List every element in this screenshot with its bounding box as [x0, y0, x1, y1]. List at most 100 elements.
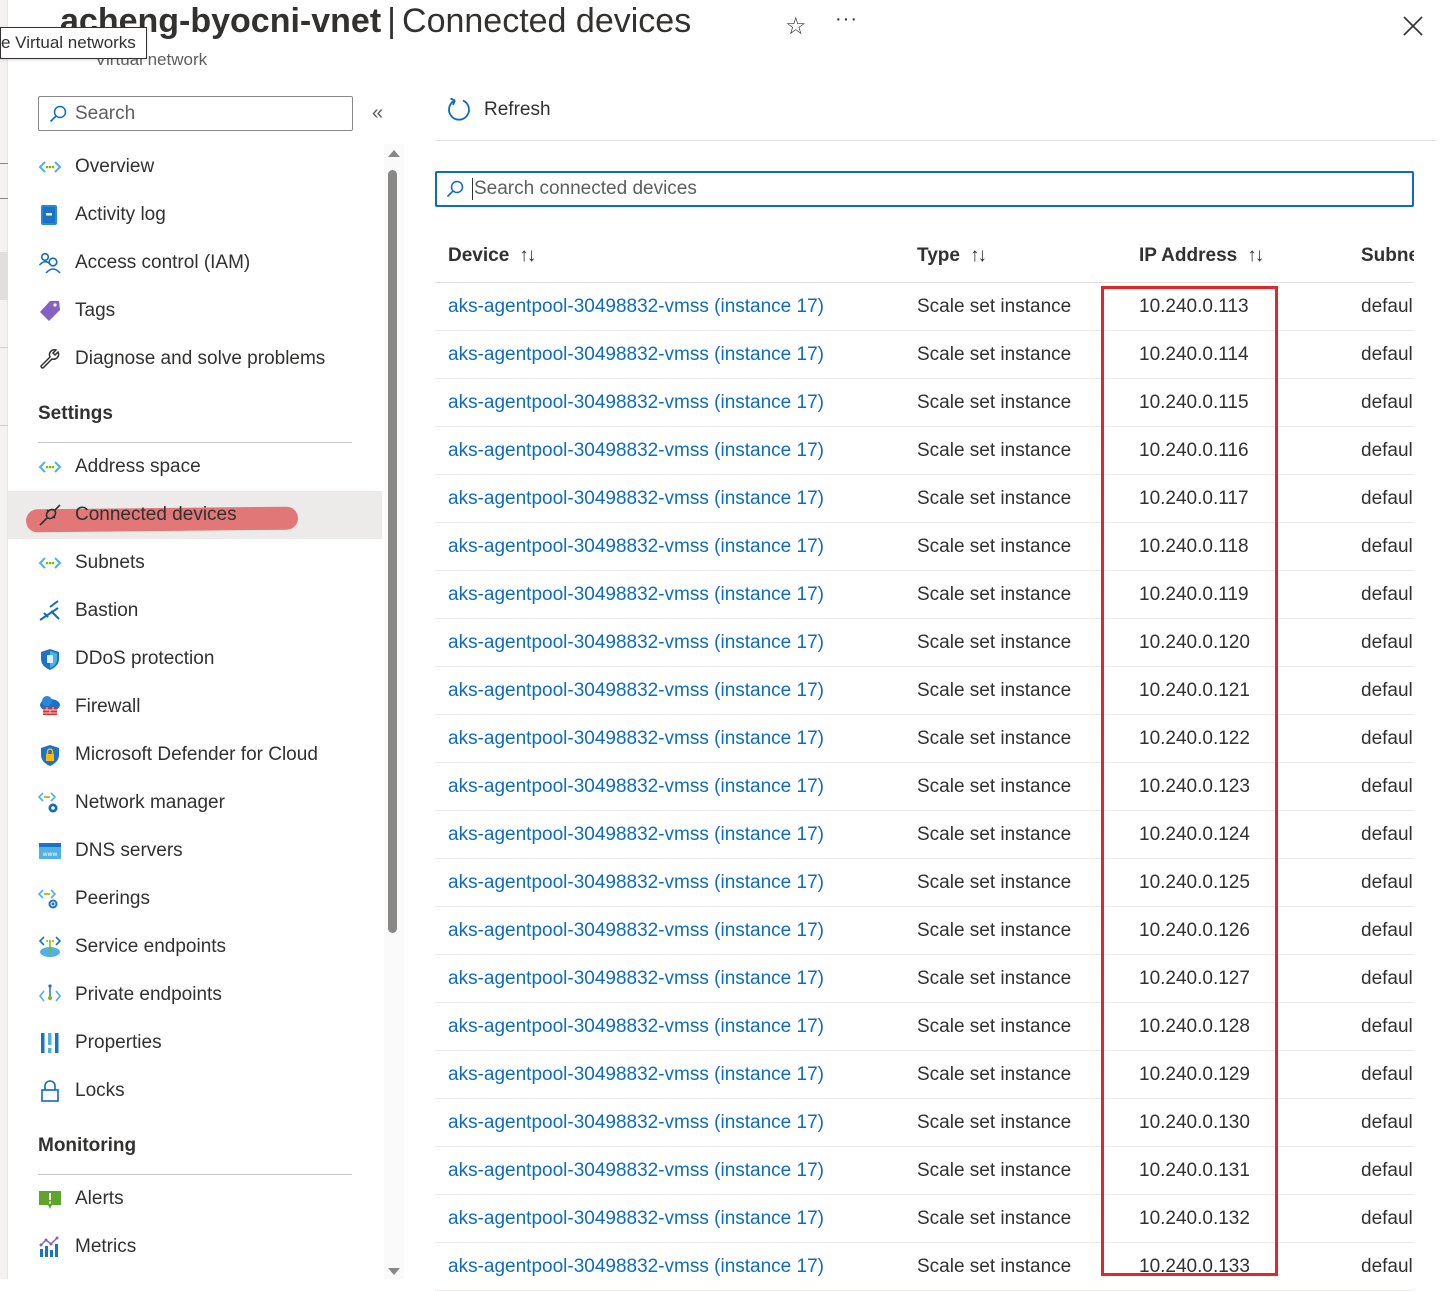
subnet: defaul — [1361, 872, 1413, 893]
sidebar-item-subnets[interactable]: Subnets — [8, 539, 382, 587]
tag-icon — [38, 299, 62, 323]
ip-address: 10.240.0.133 — [1139, 1256, 1250, 1277]
subnet: defaul — [1361, 536, 1413, 557]
search-icon — [446, 180, 464, 198]
column-header-ip-address[interactable]: IP Address ↑↓ — [1139, 245, 1264, 267]
sidebar-item-bastion[interactable]: Bastion — [8, 587, 382, 635]
sidebar-item-alerts[interactable]: Alerts — [8, 1175, 382, 1223]
search-connected-devices-input[interactable]: Search connected devices — [435, 171, 1414, 207]
sidebar-item-peerings[interactable]: Peerings — [8, 875, 382, 923]
sidebar-item-access-control-iam[interactable]: Access control (IAM) — [8, 239, 382, 287]
subnet: defaul — [1361, 1160, 1413, 1181]
device-link[interactable]: aks-agentpool-30498832-vmss (instance 17… — [448, 584, 824, 606]
device-link[interactable]: aks-agentpool-30498832-vmss (instance 17… — [448, 680, 824, 702]
ip-address: 10.240.0.120 — [1139, 632, 1250, 653]
background-blade-edge — [0, 0, 8, 1279]
ip-address: 10.240.0.118 — [1139, 536, 1249, 557]
sidebar-item-connected-devices[interactable]: Connected devices — [8, 491, 382, 539]
device-type: Scale set instance — [917, 680, 1072, 701]
device-link[interactable]: aks-agentpool-30498832-vmss (instance 17… — [448, 824, 824, 846]
ip-address: 10.240.0.132 — [1139, 1208, 1250, 1229]
device-link[interactable]: aks-agentpool-30498832-vmss (instance 17… — [448, 968, 824, 990]
sort-icon[interactable]: ↑↓ — [970, 245, 987, 267]
sidebar-item-tags[interactable]: Tags — [8, 287, 382, 335]
search-placeholder: Search connected devices — [472, 178, 697, 200]
sidebar-item-diagnose-and-solve-problems[interactable]: Diagnose and solve problems — [8, 335, 382, 383]
table-row: aks-agentpool-30498832-vmss (instance 17… — [435, 427, 1414, 475]
ellipsis-icon[interactable]: ··· — [835, 8, 858, 31]
sidebar-item-label: Diagnose and solve problems — [75, 348, 326, 369]
subnet: defaul — [1361, 440, 1413, 461]
column-header-type[interactable]: Type ↑↓ — [917, 245, 987, 267]
device-link[interactable]: aks-agentpool-30498832-vmss (instance 17… — [448, 1016, 824, 1038]
device-link[interactable]: aks-agentpool-30498832-vmss (instance 17… — [448, 872, 824, 894]
device-link[interactable]: aks-agentpool-30498832-vmss (instance 17… — [448, 632, 824, 654]
menu-search-input[interactable]: Search — [38, 96, 353, 131]
sidebar-item-microsoft-defender-for-cloud[interactable]: Microsoft Defender for Cloud — [8, 731, 382, 779]
ip-address: 10.240.0.126 — [1139, 920, 1250, 941]
sidebar-item-service-endpoints[interactable]: Service endpoints — [8, 923, 382, 971]
device-link[interactable]: aks-agentpool-30498832-vmss (instance 17… — [448, 488, 824, 510]
device-link[interactable]: aks-agentpool-30498832-vmss (instance 17… — [448, 920, 824, 942]
device-type: Scale set instance — [917, 1016, 1072, 1037]
table-row: aks-agentpool-30498832-vmss (instance 17… — [435, 523, 1414, 571]
sidebar-item-dns-servers[interactable]: www DNS servers — [8, 827, 382, 875]
device-link[interactable]: aks-agentpool-30498832-vmss (instance 17… — [448, 1256, 824, 1278]
star-icon[interactable]: ☆ — [785, 12, 807, 41]
column-header-subnet[interactable]: Subne — [1361, 245, 1414, 267]
table-row: aks-agentpool-30498832-vmss (instance 17… — [435, 1243, 1414, 1291]
ip-address: 10.240.0.129 — [1139, 1064, 1250, 1085]
column-header-device[interactable]: Device ↑↓ — [448, 245, 536, 267]
section-heading: Monitoring — [38, 1135, 137, 1156]
sidebar-item-locks[interactable]: Locks — [8, 1067, 382, 1115]
device-link[interactable]: aks-agentpool-30498832-vmss (instance 17… — [448, 776, 824, 798]
vnet-icon — [38, 455, 62, 479]
sidebar-item-network-manager[interactable]: Network manager — [8, 779, 382, 827]
device-link[interactable]: aks-agentpool-30498832-vmss (instance 17… — [448, 440, 824, 462]
ip-address: 10.240.0.122 — [1139, 728, 1250, 749]
device-link[interactable]: aks-agentpool-30498832-vmss (instance 17… — [448, 1112, 824, 1134]
subnet: defaul — [1361, 1208, 1413, 1229]
sidebar-item-ddos-protection[interactable]: DDoS protection — [8, 635, 382, 683]
ip-address: 10.240.0.121 — [1139, 680, 1250, 701]
device-link[interactable]: aks-agentpool-30498832-vmss (instance 17… — [448, 1160, 824, 1182]
ddos-shield-icon — [38, 647, 62, 671]
sidebar-item-private-endpoints[interactable]: Private endpoints — [8, 971, 382, 1019]
device-link[interactable]: aks-agentpool-30498832-vmss (instance 17… — [448, 1064, 824, 1086]
scroll-thumb[interactable] — [388, 170, 397, 933]
device-type: Scale set instance — [917, 728, 1072, 749]
subnet: defaul — [1361, 1256, 1413, 1277]
ip-address: 10.240.0.113 — [1139, 296, 1249, 317]
table-row: aks-agentpool-30498832-vmss (instance 17… — [435, 331, 1414, 379]
device-link[interactable]: aks-agentpool-30498832-vmss (instance 17… — [448, 536, 824, 558]
refresh-button[interactable]: Refresh — [446, 97, 551, 123]
sidebar-item-activity-log[interactable]: Activity log — [8, 191, 382, 239]
scroll-down-arrow[interactable] — [388, 1268, 400, 1275]
sidebar-item-firewall[interactable]: Firewall — [8, 683, 382, 731]
device-link[interactable]: aks-agentpool-30498832-vmss (instance 17… — [448, 392, 824, 414]
device-link[interactable]: aks-agentpool-30498832-vmss (instance 17… — [448, 1208, 824, 1230]
device-link[interactable]: aks-agentpool-30498832-vmss (instance 17… — [448, 296, 824, 318]
close-icon[interactable] — [1399, 12, 1427, 40]
scroll-up-arrow[interactable] — [388, 150, 400, 157]
sidebar-item-address-space[interactable]: Address space — [8, 443, 382, 491]
sidebar-item-properties[interactable]: Properties — [8, 1019, 382, 1067]
sort-icon[interactable]: ↑↓ — [519, 245, 536, 267]
sort-icon[interactable]: ↑↓ — [1247, 245, 1264, 267]
device-link[interactable]: aks-agentpool-30498832-vmss (instance 17… — [448, 344, 824, 366]
subnet: defaul — [1361, 1016, 1413, 1037]
menu-scrollbar[interactable] — [384, 144, 404, 1279]
column-label: Subne — [1361, 245, 1414, 266]
subnet: defaul — [1361, 1064, 1413, 1085]
device-type: Scale set instance — [917, 920, 1072, 941]
resource-menu: Search « Overview Activity log Access cont… — [8, 80, 406, 1279]
table-header: Device ↑↓ Type ↑↓ IP Address ↑↓ Subne — [435, 234, 1414, 283]
menu-section-monitoring: Monitoring — [8, 1115, 382, 1175]
device-link[interactable]: aks-agentpool-30498832-vmss (instance 17… — [448, 728, 824, 750]
sidebar-item-overview[interactable]: Overview — [8, 143, 382, 191]
double-chevron-left-icon[interactable]: « — [372, 102, 383, 125]
sidebar-item-label: Tags — [75, 300, 116, 321]
device-type: Scale set instance — [917, 776, 1072, 797]
sidebar-item-metrics[interactable]: Metrics — [8, 1223, 382, 1271]
metrics-icon — [38, 1235, 62, 1259]
